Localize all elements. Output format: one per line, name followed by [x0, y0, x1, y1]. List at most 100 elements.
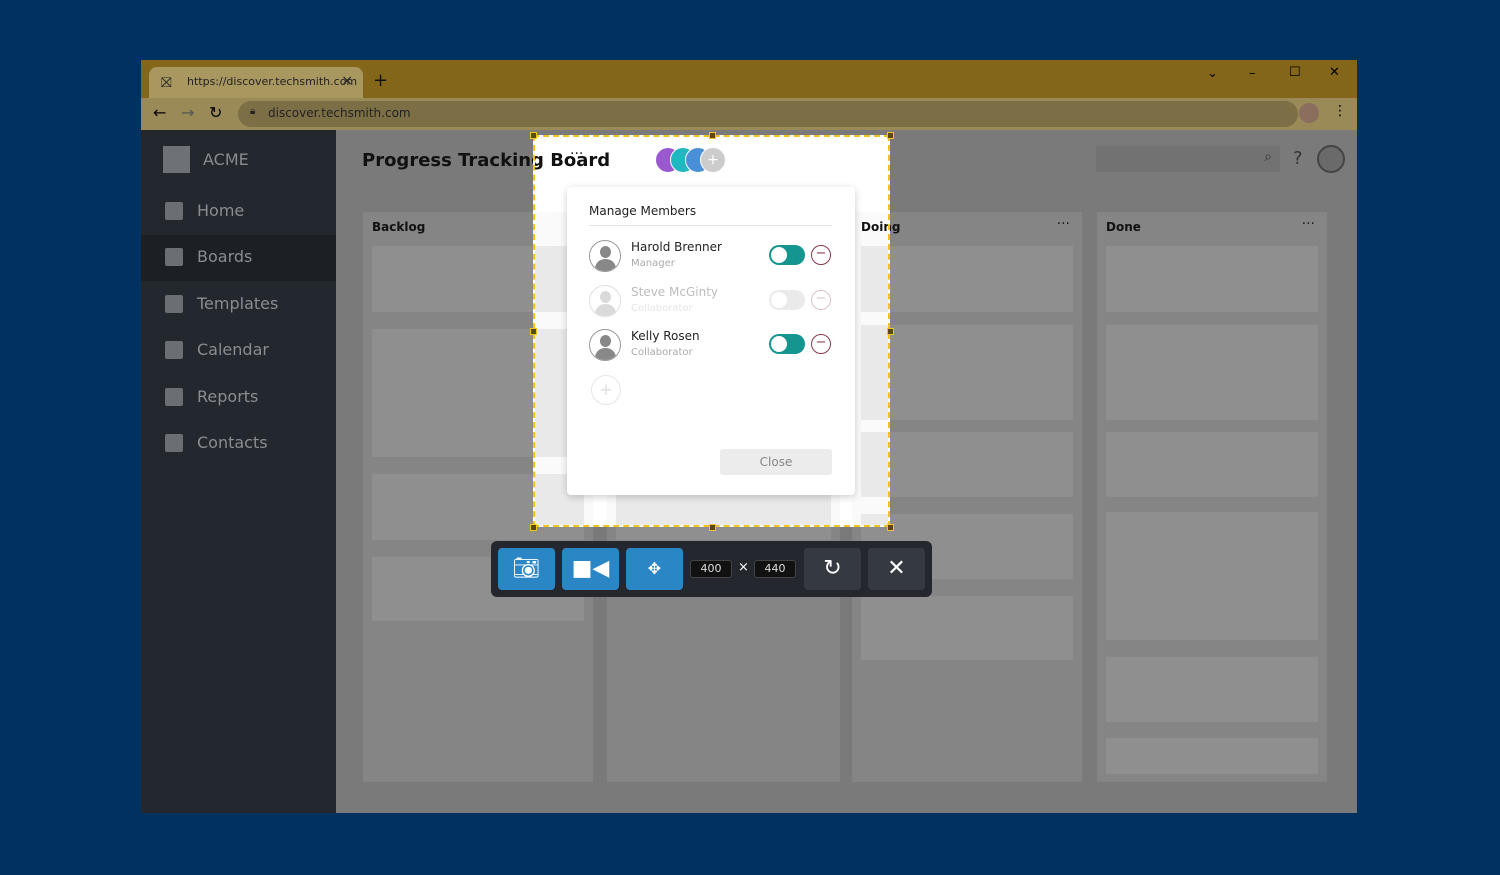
- sidebar-item-templates[interactable]: Templates: [141, 282, 336, 328]
- app-logo: ACME: [203, 150, 249, 169]
- sidebar-item-home[interactable]: Home: [141, 189, 336, 235]
- resize-handle[interactable]: [887, 132, 894, 139]
- member-role: Manager: [631, 258, 675, 269]
- height-input[interactable]: 440: [754, 560, 796, 578]
- search-input[interactable]: ⌕: [1096, 146, 1280, 172]
- new-tab-button[interactable]: +: [373, 70, 388, 91]
- divider: [589, 225, 832, 226]
- width-input[interactable]: 400: [690, 560, 732, 578]
- card[interactable]: [861, 246, 888, 312]
- sidebar-item-label: Contacts: [197, 433, 268, 452]
- resize-handle[interactable]: [530, 524, 537, 531]
- forward-icon[interactable]: →: [181, 103, 194, 122]
- resize-handle[interactable]: [530, 328, 537, 335]
- member-name: Kelly Rosen: [631, 329, 700, 343]
- board-column: Doing···: [852, 212, 888, 525]
- times-label: ×: [738, 560, 749, 575]
- card[interactable]: [1106, 325, 1318, 420]
- card[interactable]: [861, 514, 888, 525]
- card[interactable]: [861, 325, 1073, 420]
- menu-icon[interactable]: ⋮: [1333, 103, 1347, 119]
- help-button[interactable]: ?: [1293, 148, 1303, 169]
- column-menu-button[interactable]: ···: [1302, 216, 1315, 232]
- remove-member-button[interactable]: −: [811, 245, 831, 265]
- member-row: Harold Brenner Manager −: [589, 240, 839, 280]
- card[interactable]: [861, 432, 1073, 497]
- card[interactable]: [861, 432, 888, 497]
- close-icon: ✕: [887, 556, 906, 581]
- member-avatar-icon: [589, 284, 621, 317]
- techsmith-favicon-icon: ⛝: [161, 75, 172, 91]
- manage-members-dialog: Manage Members Harold Brenner Manager − …: [567, 187, 855, 495]
- search-icon[interactable]: ⌕: [1264, 149, 1272, 165]
- remove-member-button[interactable]: −: [811, 334, 831, 354]
- close-tab-button[interactable]: ×: [341, 73, 353, 89]
- url-text: discover.techsmith.com: [268, 106, 411, 120]
- card[interactable]: [1106, 512, 1318, 640]
- card[interactable]: [1106, 738, 1318, 774]
- tab-search-button[interactable]: ⌄: [1207, 66, 1218, 81]
- resize-handle[interactable]: [709, 132, 716, 139]
- card[interactable]: [861, 246, 1073, 312]
- member-toggle[interactable]: [769, 245, 805, 265]
- sidebar-item-label: Templates: [197, 293, 279, 313]
- capture-toolbar: 📷︎ ■◀ ✥ 400 × 440 ↻ ✕: [491, 541, 932, 597]
- sidebar-item-reports[interactable]: Reports: [141, 375, 336, 421]
- reload-icon[interactable]: ↻: [209, 103, 222, 122]
- add-member-avatar-button[interactable]: +: [700, 147, 726, 173]
- camera-icon: 📷︎: [512, 556, 541, 581]
- sidebar-item-label: Home: [197, 200, 245, 220]
- maximize-button[interactable]: ☐: [1289, 65, 1301, 80]
- member-role: Collaborator: [631, 302, 693, 314]
- profile-avatar[interactable]: [1299, 103, 1319, 123]
- sidebar-item-boards[interactable]: Boards: [141, 235, 336, 281]
- resize-handle[interactable]: [887, 328, 894, 335]
- back-icon[interactable]: ←: [153, 103, 166, 122]
- user-avatar[interactable]: [1317, 145, 1345, 173]
- card[interactable]: [1106, 432, 1318, 497]
- reset-icon: ↻: [823, 556, 842, 581]
- card[interactable]: [861, 325, 888, 420]
- resize-handle[interactable]: [887, 524, 894, 531]
- member-toggle[interactable]: [769, 334, 805, 354]
- card[interactable]: [1106, 246, 1318, 312]
- close-button[interactable]: Close: [720, 449, 832, 475]
- tab-title: https://discover.techsmith.com: [187, 75, 358, 88]
- minimize-button[interactable]: –: [1249, 66, 1256, 81]
- column-menu-button[interactable]: ···: [1057, 216, 1070, 232]
- reports-icon: [165, 387, 183, 406]
- column-title: Backlog: [372, 220, 426, 234]
- member-toggle[interactable]: [769, 289, 805, 310]
- home-icon: [165, 201, 183, 220]
- sidebar: ACME Home Boards Templates Calendar Reports C…: [141, 130, 336, 813]
- resize-handle[interactable]: [709, 524, 716, 531]
- sidebar-item-label: Boards: [197, 247, 253, 266]
- resize-handle[interactable]: [530, 132, 537, 139]
- browser-tab[interactable]: ⛝ https://discover.techsmith.com ×: [149, 67, 363, 98]
- member-row: Kelly Rosen Collaborator −: [589, 329, 839, 369]
- url-field[interactable]: 🔒︎ discover.techsmith.com: [238, 101, 1298, 127]
- member-avatar-icon: [589, 240, 621, 272]
- board-menu-button[interactable]: ···: [570, 146, 583, 162]
- card[interactable]: [861, 596, 1073, 660]
- member-row: Steve McGinty Collaborator −: [589, 284, 839, 325]
- logo-icon: [163, 146, 190, 173]
- sidebar-item-label: Calendar: [197, 340, 269, 359]
- member-name: Steve McGinty: [631, 284, 718, 299]
- screenshot-button[interactable]: 📷︎: [498, 548, 555, 590]
- move-camera-icon: ✥: [647, 559, 662, 578]
- lock-icon: 🔒︎: [250, 106, 256, 117]
- remove-member-button[interactable]: −: [811, 289, 831, 310]
- member-name: Harold Brenner: [631, 240, 722, 254]
- record-video-button[interactable]: ■◀: [562, 548, 619, 590]
- sidebar-item-calendar[interactable]: Calendar: [141, 328, 336, 374]
- close-window-button[interactable]: ✕: [1329, 65, 1340, 80]
- cancel-button[interactable]: ✕: [868, 548, 925, 590]
- clipboard-icon: [165, 248, 183, 266]
- add-member-button[interactable]: +: [591, 375, 621, 405]
- board-column: Done ···: [1097, 212, 1327, 782]
- move-selection-button[interactable]: ✥: [626, 548, 683, 590]
- sidebar-item-contacts[interactable]: Contacts: [141, 421, 336, 467]
- card[interactable]: [1106, 657, 1318, 722]
- reset-button[interactable]: ↻: [804, 548, 861, 590]
